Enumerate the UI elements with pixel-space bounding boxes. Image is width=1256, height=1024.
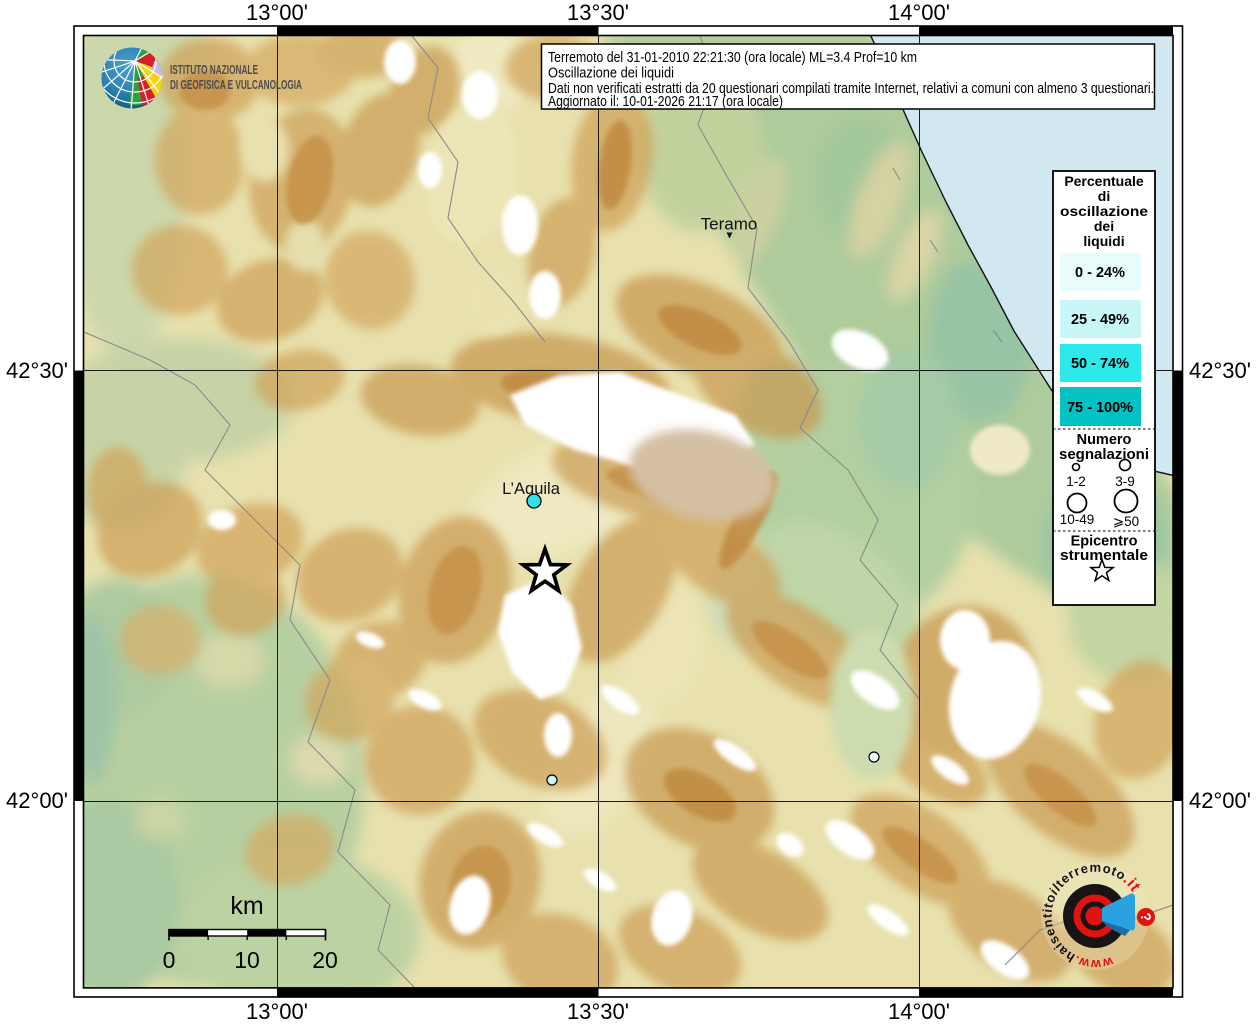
svg-text:oscillazione: oscillazione [1060,203,1148,219]
svg-text:ISTITUTO NAZIONALE: ISTITUTO NAZIONALE [170,62,258,77]
svg-text:km: km [230,892,263,920]
svg-text:75 - 100%: 75 - 100% [1067,400,1133,416]
svg-text:Teramo: Teramo [701,215,758,234]
svg-text:42°00': 42°00' [1189,788,1251,813]
svg-text:Percentuale: Percentuale [1064,173,1144,189]
svg-text:13°30': 13°30' [567,0,629,25]
svg-text:0 - 24%: 0 - 24% [1075,265,1125,281]
svg-text:Numero: Numero [1077,432,1132,448]
svg-text:1-2: 1-2 [1066,474,1086,489]
svg-text:Terremoto del 31-01-2010 22:21: Terremoto del 31-01-2010 22:21:30 (ora l… [548,49,917,66]
svg-text:dei: dei [1094,218,1114,234]
svg-text:42°30': 42°30' [6,358,68,383]
svg-text:⩾50: ⩾50 [1113,514,1139,529]
svg-text:42°30': 42°30' [1189,358,1251,383]
svg-text:50 - 74%: 50 - 74% [1071,356,1129,372]
svg-text:10-49: 10-49 [1060,512,1095,527]
svg-text:13°30': 13°30' [567,999,629,1024]
svg-text:25 - 49%: 25 - 49% [1071,312,1129,328]
svg-text:13°00': 13°00' [246,0,308,25]
svg-text:13°00': 13°00' [246,999,308,1024]
svg-text:14°00': 14°00' [888,999,950,1024]
svg-text:14°00': 14°00' [888,0,950,25]
svg-text:3-9: 3-9 [1115,474,1135,489]
svg-text:DI GEOFISICA E VULCANOLOGIA: DI GEOFISICA E VULCANOLOGIA [170,77,302,92]
svg-text:di: di [1098,188,1110,204]
svg-text:20: 20 [312,947,338,973]
svg-text:10: 10 [234,947,260,973]
svg-text:Oscillazione dei liquidi: Oscillazione dei liquidi [548,65,674,82]
svg-text:Aggiornato il: 10-01-2026 21:1: Aggiornato il: 10-01-2026 21:17 (ora loc… [548,93,783,110]
svg-text:strumentale: strumentale [1060,548,1148,564]
svg-text:0: 0 [163,947,176,973]
svg-text:liquidi: liquidi [1083,233,1124,249]
svg-text:42°00': 42°00' [6,788,68,813]
svg-text:segnalazioni: segnalazioni [1059,447,1149,463]
